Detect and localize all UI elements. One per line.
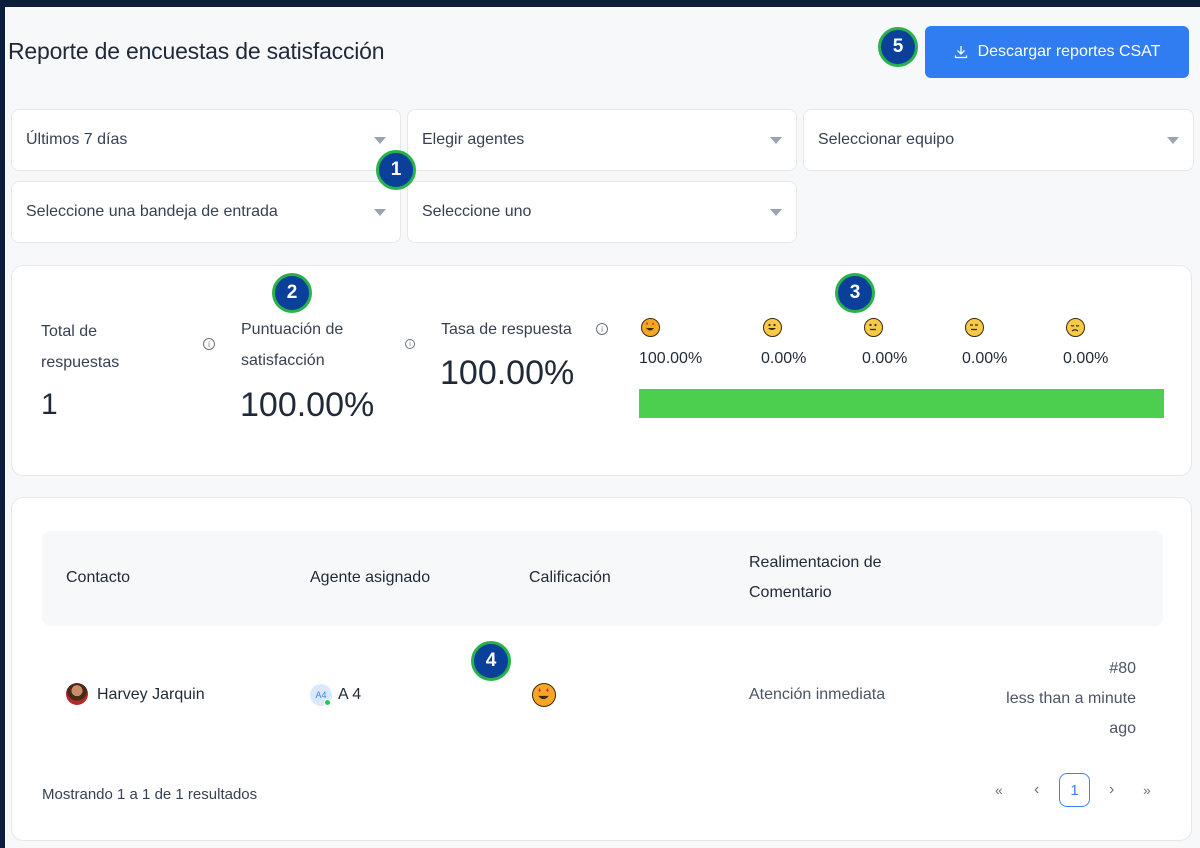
online-status-dot [324, 699, 331, 706]
total-responses-label-line2: respuestas [41, 354, 120, 371]
neutral-emoji [864, 318, 883, 337]
date-range-select[interactable]: Últimos 7 días [11, 109, 401, 171]
column-header-rating: Calificación [529, 569, 611, 586]
results-summary: Mostrando 1 a 1 de 1 resultados [42, 786, 258, 803]
step-badge-3: 3 [835, 273, 875, 313]
date-range-value: Últimos 7 días [26, 131, 128, 148]
metrics-card [11, 265, 1192, 476]
disappointed-emoji [1066, 318, 1085, 337]
column-header-feedback: Realimentacion de Comentario [749, 548, 882, 608]
inbox-select[interactable]: Seleccione una bandeja de entrada [11, 181, 401, 243]
info-icon[interactable]: i [203, 338, 215, 350]
rating-percent-1: 0.00% [1063, 350, 1109, 367]
step-badge-1: 1 [376, 150, 416, 190]
secondary-select[interactable]: Seleccione uno [407, 181, 797, 243]
response-rate-label: Tasa de respuesta [441, 321, 572, 338]
column-header-feedback-line1: Realimentacion de [749, 554, 882, 571]
chevron-down-icon [1167, 136, 1179, 144]
chevron-down-icon [374, 208, 386, 216]
total-responses-label-line1: Total de [41, 323, 98, 340]
star-struck-emoji [532, 683, 556, 707]
agents-value: Elegir agentes [422, 131, 525, 148]
column-header-agent: Agente asignado [310, 569, 431, 586]
conversation-link[interactable]: #80 [960, 654, 1136, 684]
rating-distribution-fill [639, 389, 1164, 418]
rating-percent-3: 0.00% [862, 350, 908, 367]
timestamp-line1: less than a minute [1006, 690, 1136, 707]
satisfaction-score-label-line2: satisfacción [241, 352, 325, 369]
contact-name[interactable]: Harvey Jarquin [97, 686, 205, 704]
column-header-feedback-line2: Comentario [749, 584, 832, 601]
step-badge-2: 2 [272, 273, 312, 313]
rating-percent-5: 100.00% [639, 350, 703, 367]
page-title: Reporte de encuestas de satisfacción [8, 38, 385, 64]
team-value: Seleccionar equipo [818, 131, 955, 148]
agent-name: A 4 [338, 686, 362, 703]
contact-avatar [66, 683, 88, 705]
expressionless-emoji [965, 318, 984, 337]
previous-page-button[interactable]: ‹ [1034, 781, 1039, 799]
satisfaction-score-value: 100.00% [240, 386, 375, 424]
download-csat-button[interactable]: Descargar reportes CSAT [925, 26, 1189, 78]
total-responses-value: 1 [41, 388, 58, 421]
page-button-current[interactable]: 1 [1059, 773, 1090, 807]
chevron-down-icon [770, 136, 782, 144]
step-badge-5: 5 [878, 27, 918, 67]
satisfaction-score-label-line1: Puntuación de [241, 321, 344, 338]
agents-select[interactable]: Elegir agentes [407, 109, 797, 171]
conversation-meta: #80 less than a minute ago [960, 654, 1136, 744]
download-icon [954, 45, 968, 59]
inbox-value: Seleccione una bandeja de entrada [26, 203, 278, 220]
step-badge-4: 4 [471, 641, 511, 681]
timestamp-line2: ago [1109, 720, 1136, 737]
satisfaction-score-label: Puntuación de satisfacción [241, 314, 343, 376]
first-page-button[interactable]: « [995, 782, 1003, 798]
info-icon[interactable]: i [405, 339, 415, 349]
chevron-down-icon [770, 208, 782, 216]
download-csat-label: Descargar reportes CSAT [977, 43, 1161, 60]
rating-percent-2: 0.00% [962, 350, 1008, 367]
rating-percent-4: 0.00% [761, 350, 807, 367]
feedback-text: Atención inmediata [749, 686, 886, 703]
next-page-button[interactable]: › [1109, 781, 1114, 799]
star-struck-emoji [641, 318, 660, 337]
response-rate-value: 100.00% [440, 354, 575, 392]
column-header-contact: Contacto [66, 569, 131, 586]
last-page-button[interactable]: » [1143, 782, 1151, 798]
secondary-value: Seleccione uno [422, 203, 532, 220]
chevron-down-icon [374, 136, 386, 144]
rating-distribution-bar [639, 389, 1164, 418]
grinning-emoji [763, 318, 782, 337]
info-icon[interactable]: i [596, 323, 608, 335]
team-select[interactable]: Seleccionar equipo [803, 109, 1194, 171]
total-responses-label: Total de respuestas [41, 316, 119, 378]
